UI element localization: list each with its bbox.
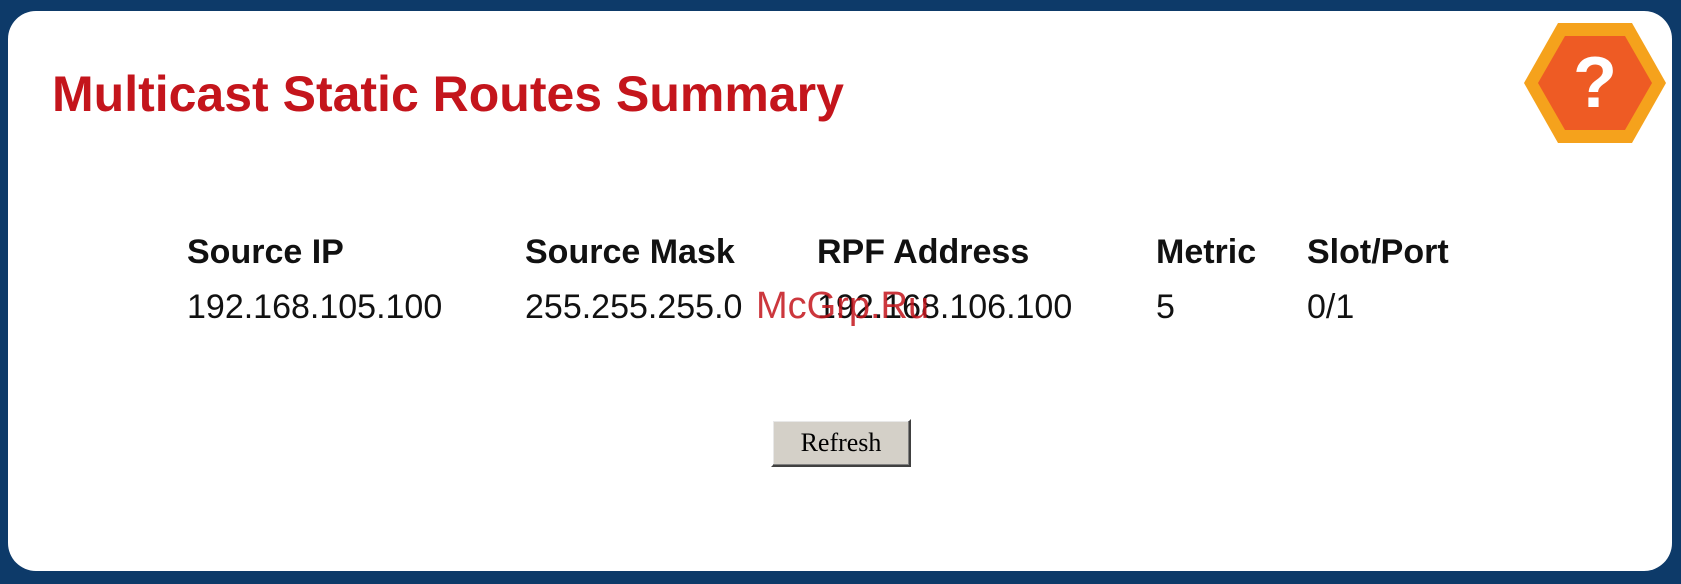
column-header-source-ip: Source IP <box>187 233 344 271</box>
routes-table: Source IP Source Mask RPF Address Metric… <box>8 233 1672 343</box>
cell-slot-port: 0/1 <box>1307 288 1355 326</box>
cell-rpf-address: 192.168.106.100 <box>817 288 1073 326</box>
cell-source-mask: 255.255.255.0 <box>525 288 743 326</box>
cell-source-ip: 192.168.105.100 <box>187 288 443 326</box>
content-panel: Multicast Static Routes Summary ? Source… <box>8 11 1672 571</box>
column-header-rpf-address: RPF Address <box>817 233 1030 271</box>
cell-metric: 5 <box>1156 288 1175 326</box>
column-header-source-mask: Source Mask <box>525 233 735 271</box>
column-header-metric: Metric <box>1156 233 1257 271</box>
column-header-slot-port: Slot/Port <box>1307 233 1449 271</box>
refresh-button[interactable]: Refresh <box>771 419 911 467</box>
help-question-glyph: ? <box>1573 43 1617 123</box>
help-question-icon[interactable]: ? <box>1522 19 1668 147</box>
page-title: Multicast Static Routes Summary <box>52 66 844 122</box>
